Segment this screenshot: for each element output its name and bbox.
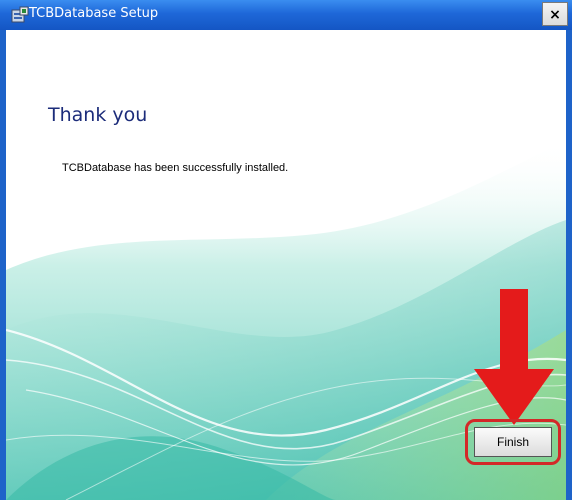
title-bar[interactable]: TCBDatabase Setup × (0, 0, 572, 30)
window-title: TCBDatabase Setup (29, 6, 159, 21)
success-message: TCBDatabase has been successfully instal… (62, 162, 289, 174)
page-title: Thank you (48, 104, 148, 126)
arrow-down-icon (474, 289, 554, 425)
setup-window: TCBDatabase Setup × Thank you TCBDatabas… (0, 0, 572, 500)
finish-button[interactable]: Finish (474, 427, 552, 457)
installer-icon (11, 6, 29, 24)
close-button[interactable]: × (542, 2, 568, 26)
